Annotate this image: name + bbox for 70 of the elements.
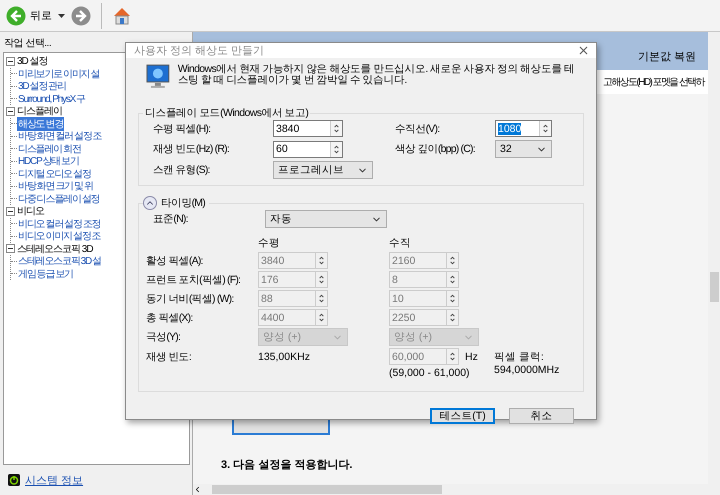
tree-item[interactable]: 스테레오스코픽 3D <box>17 242 93 256</box>
tree-item[interactable]: 디지털 오디오 설정 <box>17 166 92 181</box>
dropdown[interactable]: 32 <box>495 140 552 158</box>
monitor-icon <box>146 64 170 90</box>
field-label: 수직선(V): <box>395 122 440 136</box>
collapse-icon[interactable] <box>6 106 15 116</box>
tree-item[interactable]: HDCP 상태 보기 <box>17 154 80 168</box>
tree-item[interactable]: 비디오 이미지 설정 조 <box>17 229 102 244</box>
tree-item[interactable]: 다중 디스플레이 설정 <box>17 192 100 206</box>
field-label: 재생 빈도(Hz) (R): <box>153 142 230 156</box>
field-label: 극성(Y): <box>146 330 182 344</box>
field-label: 재생 빈도: <box>146 350 192 364</box>
dropdown[interactable]: 프로그레시브 <box>273 161 373 179</box>
tree-item[interactable]: 바탕 화면 컬러 설정 조 <box>17 129 103 144</box>
dropdown[interactable]: 자동 <box>265 210 387 228</box>
close-button[interactable] <box>577 44 590 57</box>
unit-label: Hz <box>465 350 478 362</box>
pixel-clock-label: 픽셀 클럭: <box>494 350 545 364</box>
spinner-icon[interactable] <box>330 142 342 156</box>
spinner-icon[interactable] <box>330 121 342 136</box>
column-header: 수평 <box>258 237 280 249</box>
group-title: 디스플레이 모드(Windows에서 보고) <box>144 106 310 120</box>
close-icon <box>577 44 590 57</box>
field-label: 표준(N): <box>153 212 189 226</box>
range-text: (59,000 - 61,000) <box>389 367 470 379</box>
collapse-icon[interactable] <box>6 56 15 66</box>
collapse-icon[interactable] <box>6 206 15 216</box>
tree-item[interactable]: 비디오 컬러 설정 조정 <box>17 216 102 231</box>
field-label: 활성 픽셀(A): <box>146 254 204 268</box>
group-title: 타이밍(M) <box>161 196 205 210</box>
scroll-left-icon[interactable] <box>193 485 202 494</box>
field-label: 색상 깊이(bpp) (C): <box>395 142 476 156</box>
column-header: 수직 <box>389 237 411 249</box>
field-label: 총 픽셀(X): <box>146 310 194 324</box>
dialog-message: Windows에서 현재 가능하지 않은 해상도를 만드십시오. 새로운 사용자 정의 해상도를 테스팅 할 때 디스플레이가 몇 번 깜박일 수 있습니다. <box>178 64 576 86</box>
collapse-button[interactable] <box>143 196 157 210</box>
spin-field[interactable]: 1080 <box>495 120 552 137</box>
description-text: 고해상도(HD) 포멧을 선택하 <box>602 76 704 89</box>
collapse-icon[interactable] <box>6 244 15 254</box>
frequency-value: 135,00KHz <box>258 350 310 362</box>
system-info-link[interactable]: 시스템 정보 <box>25 472 84 488</box>
caret-icon[interactable] <box>58 14 65 18</box>
step-heading: 3. 다음 설정을 적용합니다. <box>221 458 354 472</box>
panel-title: 작업 선택... <box>3 37 52 51</box>
restore-defaults-link[interactable]: 기본값 복원 <box>638 49 696 64</box>
back-button[interactable]: 뒤로 <box>6 6 52 26</box>
power-icon <box>8 474 20 486</box>
tree-item[interactable]: 비디오 <box>17 204 44 218</box>
tree-item[interactable]: 해상도 변경 <box>17 116 64 131</box>
tree-item[interactable]: 3D 설정 관리 <box>17 79 67 94</box>
spin-field[interactable]: 60 <box>273 140 343 158</box>
cancel-button[interactable]: 취소 <box>509 408 574 424</box>
dialog-title: 사용자 정의 해상도 만들기 <box>134 44 264 58</box>
tree-item[interactable]: 디스플레이 회전 <box>17 142 82 156</box>
pixel-clock-value: 594,0000MHz <box>494 364 560 376</box>
spinner-icon[interactable] <box>539 121 551 136</box>
spin-field[interactable]: 3840 <box>273 120 343 137</box>
field-label: 동기 너비(픽셀) (W): <box>146 292 234 306</box>
tree-item[interactable]: 게임 등급 보기 <box>17 266 74 281</box>
field-label: 프런트 포치(픽셀) (F): <box>146 272 242 286</box>
field-label: 스캔 유형(S): <box>153 163 211 177</box>
tree-item[interactable]: 스테레오스코픽 3D 설 <box>17 254 102 268</box>
test-button[interactable]: 테스트(T) <box>430 408 495 424</box>
tree-item[interactable]: 디스플레이 <box>17 104 62 118</box>
tree-item[interactable]: 3D 설정 <box>17 54 48 68</box>
field-label: 수평 픽셀(H): <box>153 122 212 136</box>
tree-item[interactable]: 바탕 화면 크기 및 위 <box>17 179 94 194</box>
home-icon[interactable] <box>112 6 132 26</box>
tree-item[interactable]: 미리보기로 이미지 설 <box>17 66 100 81</box>
tree-item[interactable]: Surround, PhysX 구 <box>17 92 86 106</box>
